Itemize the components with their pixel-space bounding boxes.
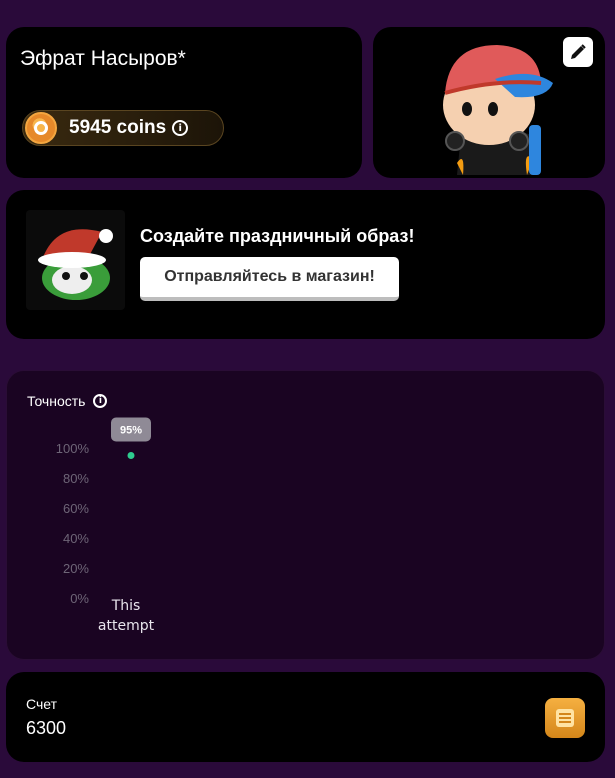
y-tick-label: 40% — [63, 531, 89, 546]
info-icon[interactable]: i — [172, 120, 189, 136]
x-category-label: attempt — [98, 618, 155, 634]
avatar-character — [443, 45, 553, 175]
x-category-label: This — [111, 598, 141, 614]
player-name: Эфрат Насыров* — [20, 47, 186, 70]
y-tick-label: 60% — [63, 501, 89, 516]
pencil-icon — [571, 44, 586, 59]
score-value: 6300 — [26, 718, 67, 738]
data-label: 95% — [120, 425, 142, 437]
edit-avatar-button[interactable] — [563, 37, 593, 67]
coin-icon — [25, 112, 57, 144]
y-tick-label: 20% — [63, 561, 89, 576]
score-card: Счет 6300 — [6, 672, 605, 762]
coins-badge[interactable]: 5945 coins i — [22, 110, 224, 146]
y-tick-label: 0% — [70, 591, 89, 606]
y-tick-label: 100% — [56, 441, 90, 456]
go-to-shop-button[interactable]: Отправляйтесь в магазин! — [140, 257, 399, 301]
avatar-card — [373, 27, 605, 178]
promo-card: Создайте праздничный образ! Отправляйтес… — [6, 190, 605, 339]
y-tick-label: 80% — [63, 471, 89, 486]
accuracy-chart: 0% 20% 40% 60% 80% 100% 95% This attempt — [56, 417, 155, 634]
holiday-character-image — [26, 210, 125, 310]
profile-card: Эфрат Насыров* 5945 coins i — [6, 27, 362, 178]
coins-count: 5945 coins — [69, 117, 167, 138]
promo-title: Создайте праздничный образ! — [140, 226, 415, 246]
score-label: Счет — [26, 696, 57, 712]
accuracy-card: Точность i 0% 20% 40% 60% 80% 100% 95% This atte… — [6, 370, 605, 660]
data-point — [127, 452, 135, 459]
score-icon — [545, 698, 585, 738]
